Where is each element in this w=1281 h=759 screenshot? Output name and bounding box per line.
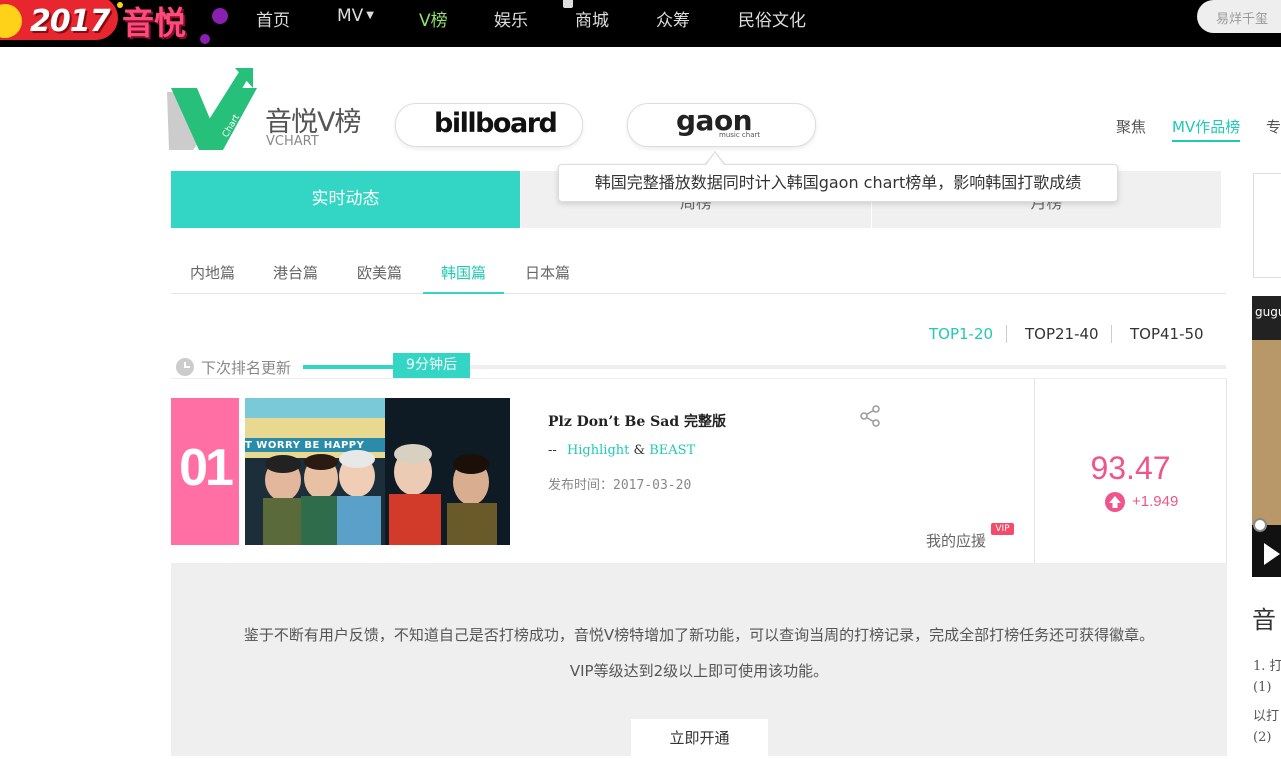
clock-hand: [184, 366, 190, 368]
region-active-underline: [423, 292, 504, 294]
side-text: (2): [1253, 730, 1272, 745]
range-divider: [1006, 325, 1007, 343]
mv-thumbnail[interactable]: T WORRY BE HAPPY: [245, 398, 510, 545]
nav-folk-culture[interactable]: 民俗文化: [738, 6, 806, 31]
vchart-logo-icon[interactable]: Chart: [165, 66, 257, 152]
side-text: 1. 打: [1253, 659, 1281, 674]
nav-mv-chart[interactable]: MV作品榜: [1172, 116, 1240, 137]
range-divider: [1111, 325, 1112, 343]
artist-separator: &: [633, 443, 646, 458]
nav-vchart[interactable]: V榜: [419, 6, 448, 31]
thumbnail-banner-text: T WORRY BE HAPPY: [245, 440, 365, 451]
nav-mall[interactable]: 商城: [563, 0, 609, 31]
nav-focus[interactable]: 聚焦: [1116, 116, 1146, 137]
logo-dot-icon: [117, 2, 123, 8]
nav-crowdfunding[interactable]: 众筹: [656, 6, 690, 31]
side-title: 音: [1252, 606, 1276, 634]
score-delta: +1.949: [1132, 493, 1179, 510]
activate-now-button[interactable]: 立即开通: [631, 719, 768, 759]
seek-handle[interactable]: [1253, 518, 1267, 532]
gaon-tooltip: 韩国完整播放数据同时计入韩国gaon chart榜单，影响韩国打歌成绩: [558, 164, 1118, 202]
side-video-label: gugu: [1255, 305, 1281, 319]
release-date: 发布时间：2017-03-20: [548, 478, 692, 493]
my-support-button[interactable]: 我的应援: [926, 530, 986, 551]
side-video-frame: [1252, 340, 1281, 525]
side-panel-box: [1253, 173, 1281, 278]
artist-link[interactable]: BEAST: [649, 443, 695, 458]
tab-hk-tw[interactable]: 港台篇: [273, 262, 318, 283]
vip-badge: VIP: [991, 523, 1014, 535]
tab-realtime[interactable]: 实时动态: [171, 171, 520, 228]
timer-countdown: 9分钟后: [393, 353, 470, 378]
song-title[interactable]: Plz Don’t Be Sad 完整版: [548, 411, 726, 431]
play-icon[interactable]: [1264, 543, 1280, 565]
share-icon[interactable]: [858, 404, 882, 428]
range-top21-40[interactable]: TOP21-40: [1025, 325, 1099, 343]
update-label: 下次排名更新: [201, 359, 292, 377]
search-placeholder: 易烊千玺: [1216, 12, 1269, 27]
region-divider: [171, 293, 1226, 294]
timer-fill: [303, 365, 398, 369]
notice-text: 鉴于不断有用户反馈，不知道自己是否打榜成功，音悦V榜特增加了新功能，可以查询当周…: [243, 626, 1155, 644]
logo-dot-icon: [212, 8, 228, 24]
artist-link[interactable]: Highlight: [567, 443, 629, 458]
new-badge-icon: [563, 0, 573, 8]
logo-dot-icon: [200, 34, 210, 44]
nav-special[interactable]: 专: [1266, 116, 1281, 137]
logo[interactable]: 2017 音悦: [0, 0, 230, 47]
tab-korea[interactable]: 韩国篇: [441, 262, 486, 283]
nav-mv-label: MV: [337, 6, 364, 26]
notice-text: VIP等级达到2级以上即可使用该功能。: [569, 662, 829, 680]
side-text: 以打: [1253, 709, 1280, 724]
score-value: 93.47: [1090, 450, 1171, 486]
gaon-subtitle: music chart: [719, 131, 761, 139]
side-text: (1): [1253, 680, 1272, 695]
range-top1-20[interactable]: TOP1-20: [929, 325, 993, 343]
vchart-subtitle: VCHART: [266, 134, 319, 149]
tab-mainland[interactable]: 内地篇: [190, 262, 235, 283]
mv-thumbnail-image: [245, 398, 510, 545]
tooltip-arrow-inner: [706, 153, 724, 165]
nav-entertainment[interactable]: 娱乐: [494, 6, 528, 31]
nav-mv[interactable]: MV ▼: [337, 6, 374, 26]
arrow-up-icon: [1105, 492, 1125, 512]
nav-active-underline: [1172, 140, 1240, 142]
nav-mall-label: 商城: [575, 11, 609, 31]
rank-number: 01: [179, 439, 234, 497]
tab-western[interactable]: 欧美篇: [357, 262, 402, 283]
artist-line: -- Highlight & BEAST: [548, 443, 695, 458]
artist-prefix: --: [548, 443, 557, 458]
logo-brand: 音悦: [122, 4, 187, 42]
range-top41-50[interactable]: TOP41-50: [1130, 325, 1204, 343]
logo-year: 2017: [30, 4, 110, 39]
billboard-logo: billboard: [434, 108, 558, 139]
tab-japan[interactable]: 日本篇: [525, 262, 570, 283]
caret-down-icon: ▼: [366, 10, 374, 21]
nav-home[interactable]: 首页: [256, 6, 290, 31]
